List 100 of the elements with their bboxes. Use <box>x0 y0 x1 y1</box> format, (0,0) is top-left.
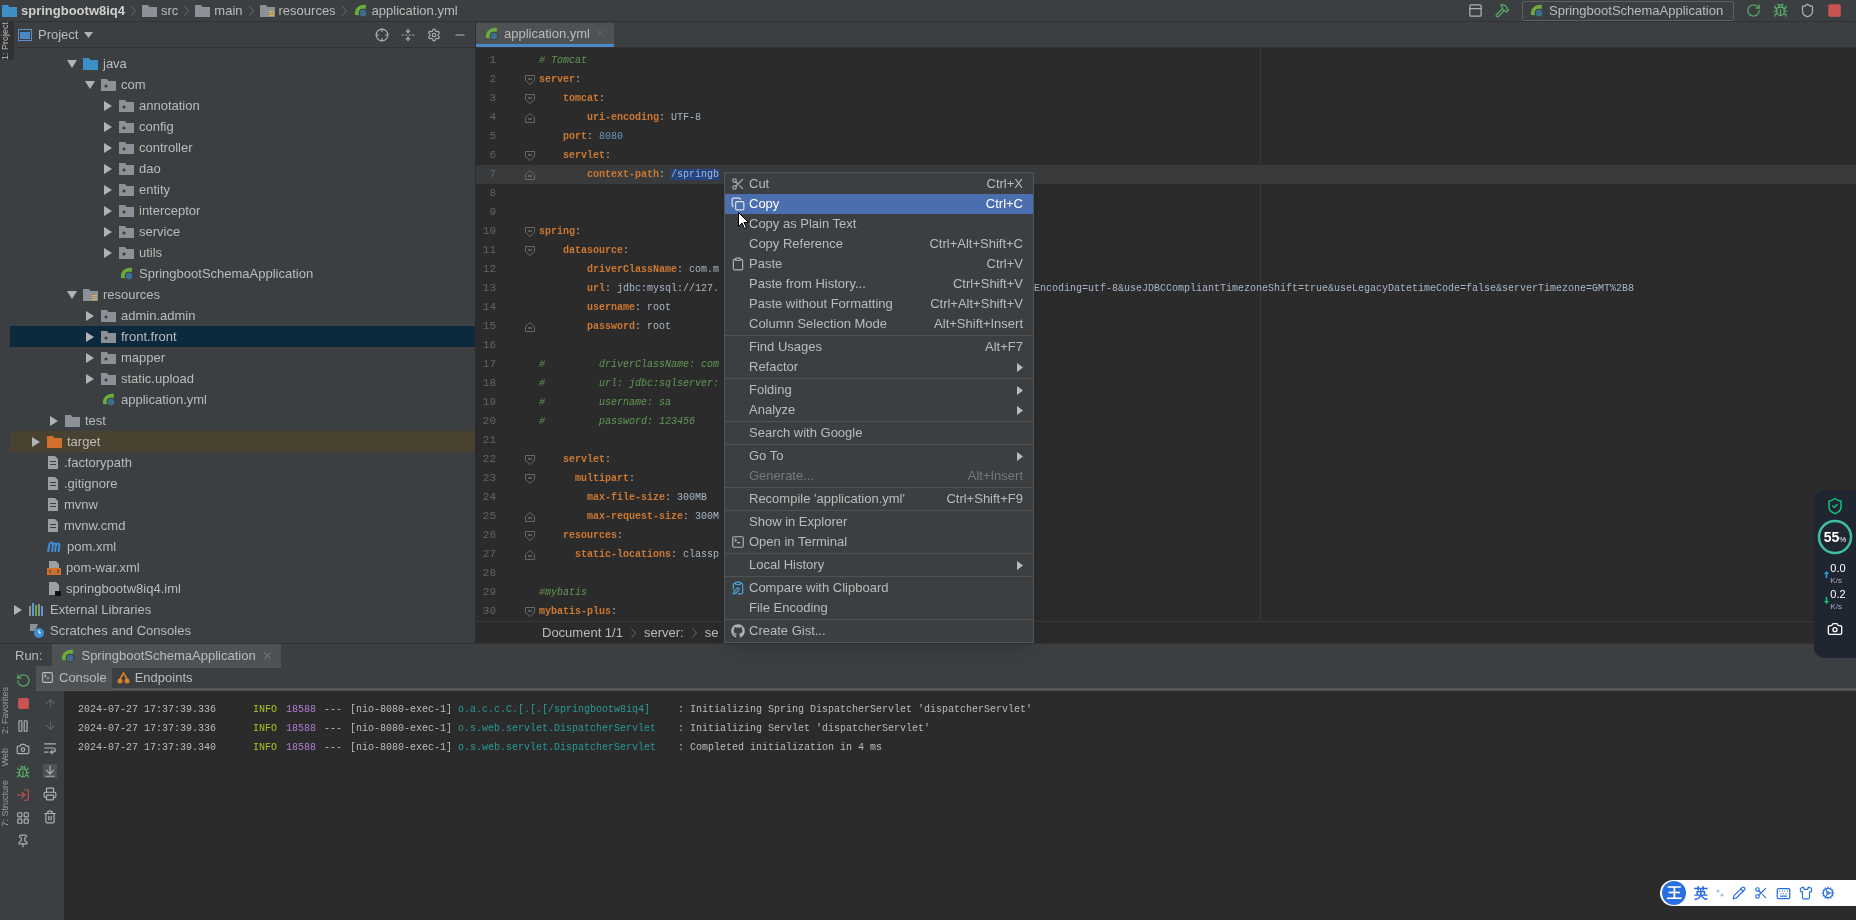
triangle-right-icon[interactable] <box>102 183 114 196</box>
settings-icon[interactable] <box>427 27 441 42</box>
menu-item[interactable]: Copy Ctrl+C <box>725 194 1033 214</box>
triangle-right-icon[interactable] <box>84 351 96 364</box>
print-icon[interactable] <box>43 787 57 801</box>
breadcrumb-item[interactable]: se <box>704 622 719 643</box>
fold-marker-icon[interactable] <box>525 245 535 256</box>
tree-item[interactable]: pom.xml <box>10 536 475 557</box>
triangle-right-icon[interactable] <box>84 330 96 343</box>
breadcrumb-item[interactable]: resources <box>259 0 336 21</box>
tool-window-tab[interactable]: Web <box>0 748 10 767</box>
tree-item[interactable]: annotation <box>10 95 475 116</box>
stop-icon[interactable] <box>1827 3 1842 18</box>
menu-item[interactable]: Show in Explorer <box>725 512 1033 532</box>
caret-icon[interactable] <box>84 31 94 38</box>
triangle-right-icon[interactable] <box>84 309 96 322</box>
panel-title[interactable]: Project <box>38 24 79 45</box>
pin-icon[interactable] <box>16 834 30 848</box>
tree-item[interactable]: controller <box>10 137 475 158</box>
scroll-to-end-icon[interactable] <box>43 764 57 778</box>
triangle-right-icon[interactable] <box>102 120 114 133</box>
bug-icon[interactable] <box>1773 3 1788 18</box>
window-icon[interactable] <box>1468 3 1483 18</box>
menu-item[interactable]: Recompile 'application.yml' Ctrl+Shift+F9 <box>725 489 1033 509</box>
menu-item[interactable]: Copy as Plain Text <box>725 214 1033 234</box>
fold-marker-icon[interactable] <box>525 150 535 161</box>
menu-item[interactable]: Analyze <box>725 400 1033 420</box>
fold-end-marker-icon[interactable] <box>525 511 535 522</box>
breadcrumb-item[interactable]: application.yml <box>352 0 458 21</box>
menu-item[interactable]: Paste Ctrl+V <box>725 254 1033 274</box>
ime-mode[interactable]: 英 <box>1694 882 1708 904</box>
menu-item[interactable]: Compare with Clipboard <box>725 578 1033 598</box>
tree-item[interactable]: entity <box>10 179 475 200</box>
camera-icon[interactable] <box>1827 621 1843 637</box>
menu-item[interactable]: Paste without Formatting Ctrl+Alt+Shift+V <box>725 294 1033 314</box>
tree-item[interactable]: front.front <box>10 326 475 347</box>
tree-item[interactable]: dao <box>10 158 475 179</box>
bug-icon[interactable] <box>16 765 30 779</box>
tree-item[interactable]: utils <box>10 242 475 263</box>
fold-end-marker-icon[interactable] <box>525 112 535 123</box>
tool-window-tab[interactable]: 7: Structure <box>0 780 10 827</box>
menu-item[interactable]: Cut Ctrl+X <box>725 174 1033 194</box>
rerun-icon[interactable] <box>1746 3 1761 18</box>
menu-item[interactable]: Refactor <box>725 357 1033 377</box>
menu-item[interactable]: Open in Terminal <box>725 532 1033 552</box>
triangle-right-icon[interactable] <box>102 225 114 238</box>
fold-marker-icon[interactable] <box>525 93 535 104</box>
keyboard-icon[interactable] <box>1776 885 1791 901</box>
fold-marker-icon[interactable] <box>525 606 535 617</box>
collapse-all-icon[interactable] <box>401 27 415 42</box>
tree-item[interactable]: mapper <box>10 347 475 368</box>
tree-item[interactable]: com <box>10 74 475 95</box>
exit-icon[interactable] <box>16 788 30 802</box>
breadcrumb-item[interactable]: src <box>142 0 179 21</box>
layout-icon[interactable] <box>16 811 30 825</box>
tree-item[interactable]: config <box>10 116 475 137</box>
menu-item[interactable]: Find Usages Alt+F7 <box>725 337 1033 357</box>
triangle-right-icon[interactable] <box>102 246 114 259</box>
fold-marker-icon[interactable] <box>525 530 535 541</box>
hammer-icon[interactable] <box>1495 3 1510 18</box>
tree-item[interactable]: .factorypath <box>10 452 475 473</box>
trash-icon[interactable] <box>43 810 57 824</box>
tree-item[interactable]: admin.admin <box>10 305 475 326</box>
tree-item[interactable]: .gitignore <box>10 473 475 494</box>
menu-item[interactable]: Search with Google <box>725 423 1033 443</box>
fold-end-marker-icon[interactable] <box>525 549 535 560</box>
fold-marker-icon[interactable] <box>525 473 535 484</box>
tree-item[interactable]: External Libraries <box>10 599 475 620</box>
menu-item[interactable]: Local History <box>725 555 1033 575</box>
locate-icon[interactable] <box>375 27 389 42</box>
console-tab[interactable]: Console <box>36 665 112 690</box>
stop-icon[interactable] <box>16 697 30 710</box>
fold-end-marker-icon[interactable] <box>525 321 535 332</box>
shirt-icon[interactable] <box>1799 886 1813 900</box>
tree-item[interactable]: resources <box>10 284 475 305</box>
tree-item[interactable]: mvnw.cmd <box>10 515 475 536</box>
console-tab[interactable]: Endpoints <box>111 665 198 690</box>
tool-window-tab[interactable]: 1: Project <box>0 22 14 61</box>
tree-item[interactable]: pom-war.xml <box>10 557 475 578</box>
triangle-right-icon[interactable] <box>48 414 60 427</box>
tree-item[interactable]: interceptor <box>10 200 475 221</box>
breadcrumb-item[interactable]: springbootw8iq4 <box>2 0 125 21</box>
rerun-icon[interactable] <box>15 673 31 688</box>
menu-item[interactable]: Column Selection Mode Alt+Shift+Insert <box>725 314 1033 334</box>
breadcrumb-item[interactable]: main <box>195 0 243 21</box>
breadcrumb-item[interactable]: Document 1/1 <box>542 622 623 643</box>
fold-marker-icon[interactable] <box>525 74 535 85</box>
tree-item[interactable]: service <box>10 221 475 242</box>
tool-window-tab[interactable]: 2: Favorites <box>0 687 10 735</box>
triangle-right-icon[interactable] <box>102 141 114 154</box>
menu-item[interactable]: Go To <box>725 446 1033 466</box>
triangle-right-icon[interactable] <box>30 435 42 448</box>
pause-icon[interactable] <box>16 719 30 733</box>
triangle-right-icon[interactable] <box>102 204 114 217</box>
tree-item[interactable]: SpringbootSchemaApplication <box>10 263 475 284</box>
triangle-down-icon[interactable] <box>84 78 96 91</box>
fold-marker-icon[interactable] <box>525 454 535 465</box>
dots-icon[interactable] <box>1716 889 1724 897</box>
breadcrumb-item[interactable]: server: <box>643 622 684 643</box>
tree-item[interactable]: application.yml <box>10 389 475 410</box>
